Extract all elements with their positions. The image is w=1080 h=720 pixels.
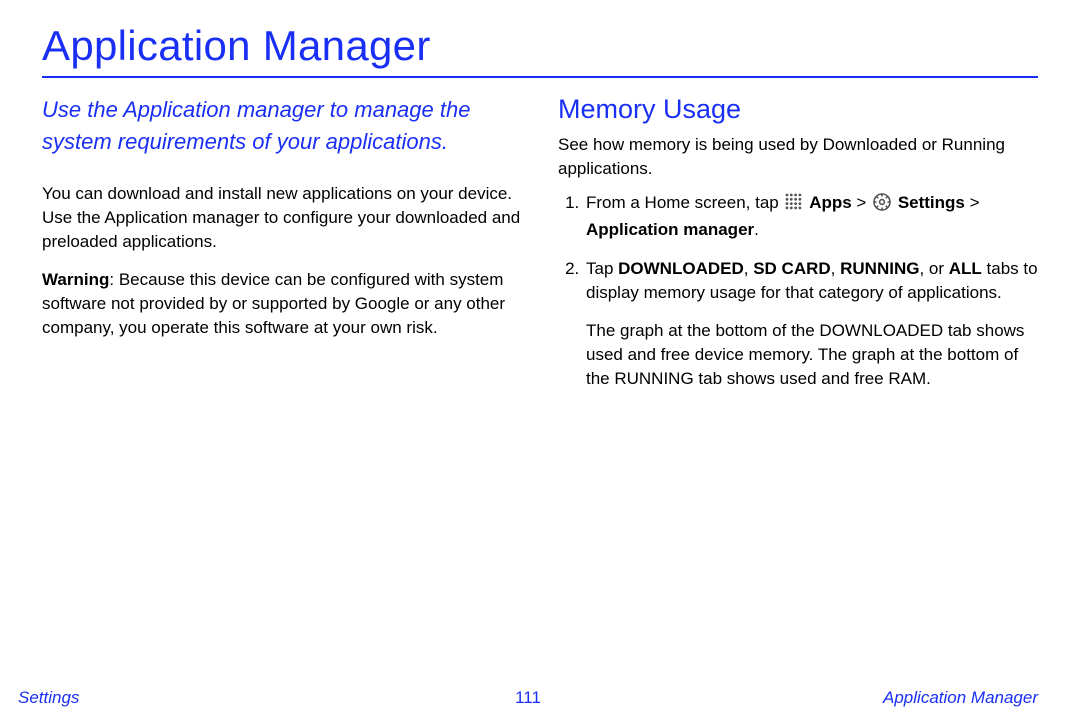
step1-apps: Apps <box>809 193 852 212</box>
footer-left: Settings <box>18 688 79 708</box>
step1-gt2: > <box>965 193 980 212</box>
warning-text: : Because this device can be configured … <box>42 270 505 337</box>
step1-text-a: From a Home screen, tap <box>586 193 783 212</box>
memory-usage-intro: See how memory is being used by Download… <box>558 133 1038 181</box>
step1-end: . <box>754 220 759 239</box>
step-2: Tap DOWNLOADED, SD CARD, RUNNING, or ALL… <box>584 257 1038 392</box>
step-1: From a Home screen, tap Apps > <box>584 191 1038 242</box>
step1-gt1: > <box>852 193 871 212</box>
step1-appmgr: Application manager <box>586 220 754 239</box>
step2-downloaded: DOWNLOADED <box>618 259 744 278</box>
step2-sep1: , <box>744 259 753 278</box>
step2-running: RUNNING <box>840 259 919 278</box>
apps-grid-icon <box>785 193 802 217</box>
step2-all: ALL <box>949 259 982 278</box>
title-rule <box>42 76 1038 78</box>
right-column: Memory Usage See how memory is being use… <box>558 92 1038 405</box>
download-paragraph: You can download and install new applica… <box>42 182 522 254</box>
step1-settings: Settings <box>898 193 965 212</box>
memory-usage-heading: Memory Usage <box>558 94 1038 125</box>
two-column-layout: Use the Application manager to manage th… <box>42 92 1038 405</box>
page-title: Application Manager <box>42 22 1038 70</box>
footer-right: Application Manager <box>883 688 1038 708</box>
step2-sep2: , <box>831 259 840 278</box>
step2-text-a: Tap <box>586 259 618 278</box>
step2-sep3: , or <box>919 259 948 278</box>
warning-paragraph: Warning: Because this device can be conf… <box>42 268 522 340</box>
step2-sdcard: SD CARD <box>753 259 830 278</box>
settings-gear-icon <box>873 193 891 218</box>
left-column: Use the Application manager to manage th… <box>42 92 522 405</box>
intro-text: Use the Application manager to manage th… <box>42 94 522 158</box>
warning-label: Warning <box>42 270 109 289</box>
footer-page-number: 111 <box>515 688 541 708</box>
page-footer: Settings 111 Application Manager <box>18 688 1038 708</box>
steps-list: From a Home screen, tap Apps > <box>558 191 1038 391</box>
step2-note: The graph at the bottom of the DOWNLOADE… <box>586 319 1038 391</box>
